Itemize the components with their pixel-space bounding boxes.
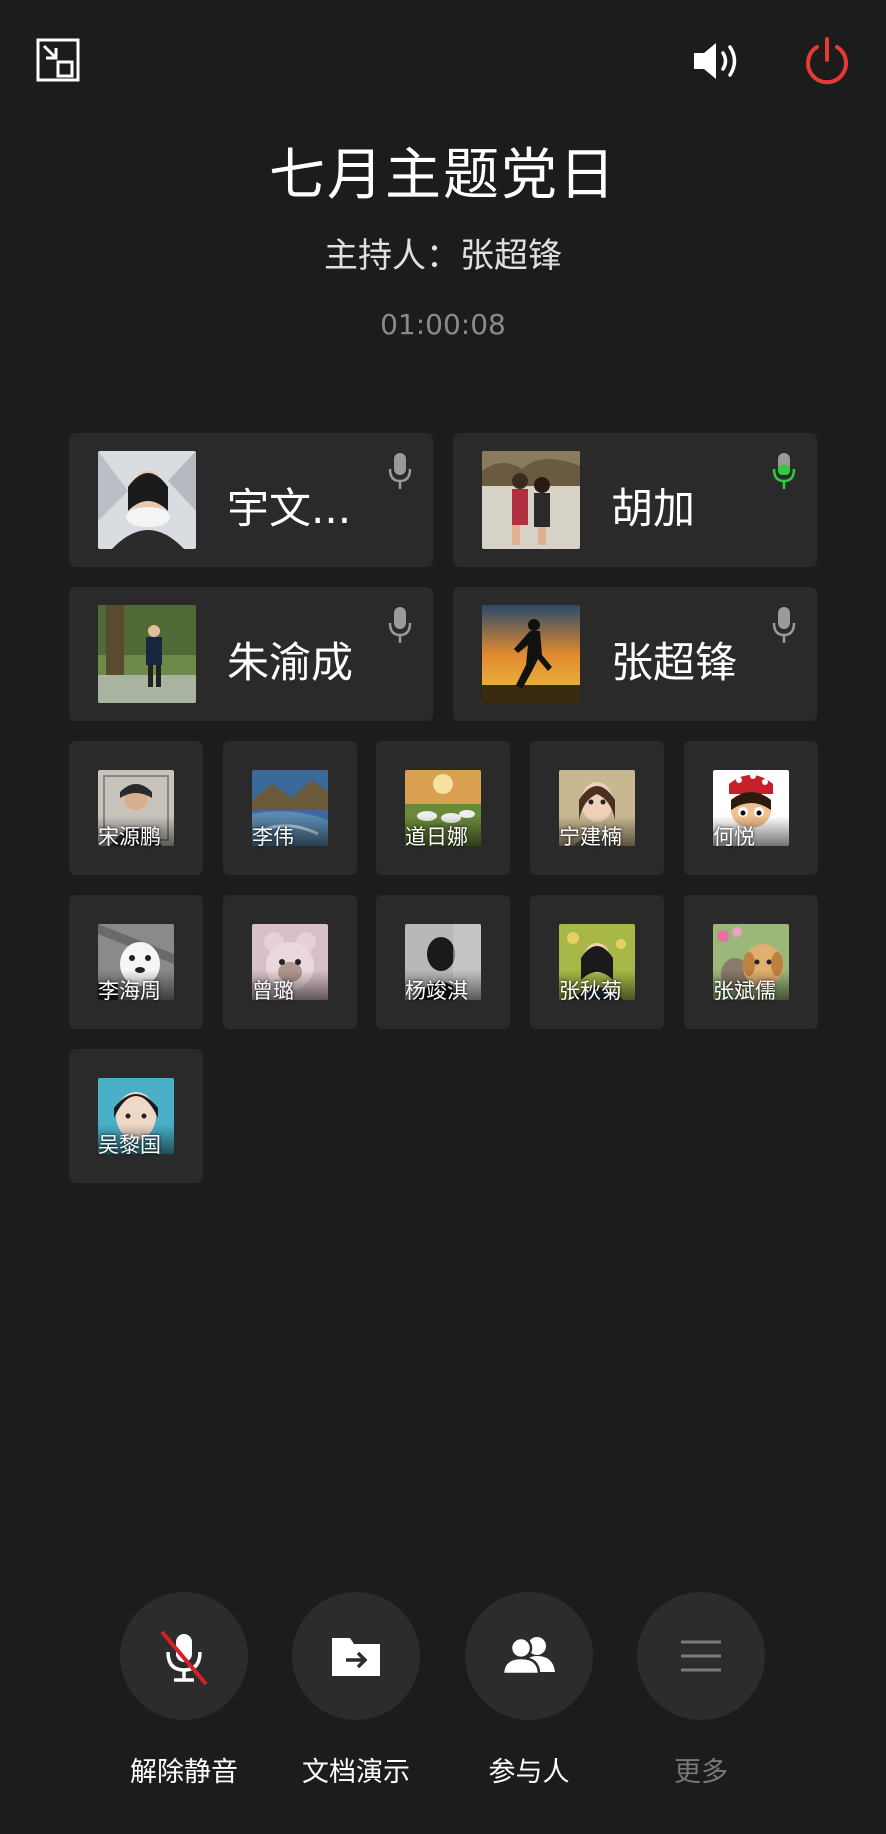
- action-label: 参与人: [488, 1757, 570, 1788]
- microphone-active-icon: [771, 451, 797, 491]
- meeting-timer: 01:00:08: [380, 308, 506, 341]
- featured-participant-card[interactable]: 朱渝成: [69, 587, 433, 721]
- participant-name: 朱渝成: [227, 638, 354, 687]
- microphone-icon: [771, 605, 797, 645]
- microphone-icon: [387, 451, 413, 491]
- unmute-action[interactable]: 解除静音: [120, 1592, 248, 1789]
- folder-share-icon: [332, 1638, 380, 1676]
- more-action[interactable]: 更多: [637, 1592, 765, 1789]
- participant-name: 胡加: [611, 484, 696, 533]
- microphone-icon: [387, 605, 413, 645]
- participant-tile[interactable]: 宋源鹏: [69, 741, 203, 875]
- participant-tile[interactable]: 吴黎国: [69, 1049, 203, 1183]
- participant-name: 宋源鹏: [98, 825, 161, 849]
- participant-name: 李伟: [252, 825, 294, 849]
- participant-tile[interactable]: 张秋菊: [530, 895, 664, 1029]
- participant-name: 张斌儒: [713, 979, 776, 1003]
- participant-name: 张秋菊: [559, 979, 622, 1003]
- avatar: [98, 451, 196, 549]
- participant-tile[interactable]: 李伟: [223, 741, 357, 875]
- meeting-host: 主持人：张超锋: [324, 236, 562, 276]
- participant-tile[interactable]: 何悦: [684, 741, 818, 875]
- participant-tile[interactable]: 张斌儒: [684, 895, 818, 1029]
- action-label: 文档演示: [302, 1757, 410, 1788]
- participant-name: 宇文...: [227, 484, 352, 533]
- avatar: [482, 605, 580, 703]
- unmute-button[interactable]: [120, 1592, 248, 1720]
- participant-name: 李海周: [98, 979, 161, 1003]
- participant-tile[interactable]: 杨竣淇: [376, 895, 510, 1029]
- participant-tile[interactable]: 道日娜: [376, 741, 510, 875]
- participant-tile[interactable]: 李海周: [69, 895, 203, 1029]
- speaker-volume-icon[interactable]: [690, 38, 748, 84]
- participant-tile[interactable]: 宁建楠: [530, 741, 664, 875]
- more-button[interactable]: [637, 1592, 765, 1720]
- participant-tile[interactable]: 曾璐: [223, 895, 357, 1029]
- meeting-screen: 七月主题党日 主持人：张超锋 01:00:08 宇文... 胡加 朱渝成 张超锋…: [0, 0, 886, 1834]
- document-share-action[interactable]: 文档演示: [292, 1592, 420, 1789]
- participants-button[interactable]: [465, 1592, 593, 1720]
- featured-participant-card[interactable]: 宇文...: [69, 433, 433, 567]
- participant-name: 曾璐: [252, 979, 294, 1003]
- participant-name: 杨竣淇: [405, 979, 468, 1003]
- avatar: [98, 605, 196, 703]
- featured-participant-card[interactable]: 张超锋: [453, 587, 817, 721]
- avatar: [482, 451, 580, 549]
- people-icon: [501, 1636, 555, 1676]
- featured-participant-card[interactable]: 胡加: [453, 433, 817, 567]
- participant-name: 何悦: [713, 825, 755, 849]
- participant-name: 吴黎国: [98, 1133, 161, 1157]
- document-share-button[interactable]: [292, 1592, 420, 1720]
- participant-name: 宁建楠: [559, 825, 622, 849]
- action-label: 更多: [674, 1757, 728, 1788]
- participants-action[interactable]: 参与人: [465, 1592, 593, 1789]
- power-icon[interactable]: [802, 36, 852, 86]
- exit-fullscreen-icon[interactable]: [36, 38, 82, 84]
- participant-name: 张超锋: [611, 638, 738, 687]
- mic-muted-icon: [160, 1630, 208, 1686]
- meeting-title: 七月主题党日: [269, 143, 617, 208]
- participant-name: 道日娜: [405, 825, 468, 849]
- menu-icon: [681, 1640, 721, 1672]
- action-label: 解除静音: [130, 1757, 238, 1788]
